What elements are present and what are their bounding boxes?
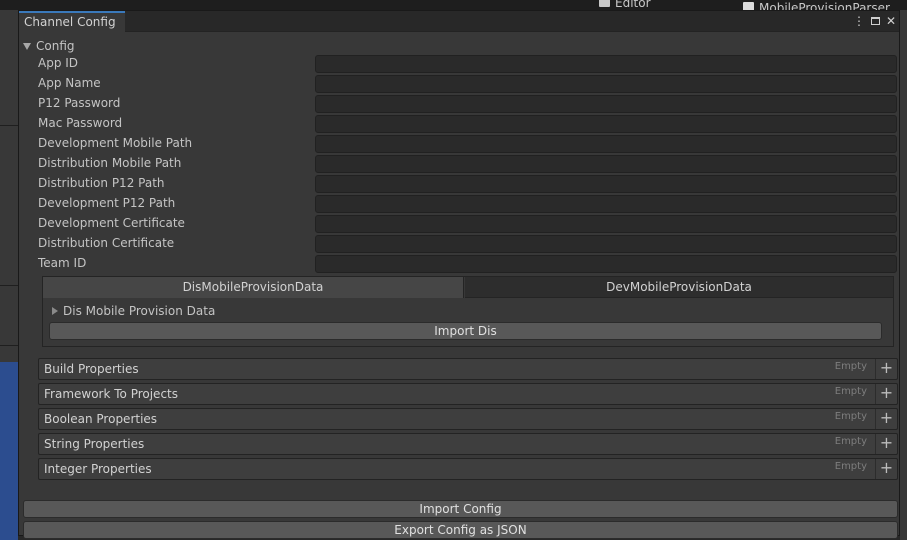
empty-badge: Empty <box>834 386 867 397</box>
tab-dis-mobile-provision[interactable]: DisMobileProvisionData <box>43 277 464 298</box>
boolean-properties-list[interactable]: Boolean Properties Empty + <box>38 408 898 430</box>
import-config-button[interactable]: Import Config <box>23 500 898 518</box>
tab-dev-mobile-provision[interactable]: DevMobileProvisionData <box>465 277 893 298</box>
app-name-field[interactable] <box>315 75 897 93</box>
app-id-field[interactable] <box>315 55 897 73</box>
mac-password-label: Mac Password <box>38 116 123 130</box>
framework-to-projects-label: Framework To Projects <box>44 387 178 401</box>
mac-password-field[interactable] <box>315 115 897 133</box>
app-name-row: App Name <box>38 74 898 94</box>
window-titlebar: Channel Config ⋮ ✕ <box>19 11 899 33</box>
app-name-label: App Name <box>38 76 101 90</box>
panel-divider <box>0 345 18 346</box>
p12-password-label: P12 Password <box>38 96 121 110</box>
app-id-label: App ID <box>38 56 79 70</box>
empty-badge: Empty <box>834 411 867 422</box>
integer-properties-list[interactable]: Integer Properties Empty + <box>38 458 898 480</box>
panel-divider <box>0 125 18 126</box>
distribution-p12-path-label: Distribution P12 Path <box>38 176 165 190</box>
add-framework-button[interactable]: + <box>875 384 897 404</box>
import-dis-button[interactable]: Import Dis <box>49 322 882 340</box>
empty-badge: Empty <box>834 361 867 372</box>
build-properties-label: Build Properties <box>44 362 139 376</box>
channel-config-window: Channel Config ⋮ ✕ Config App ID App Nam… <box>18 10 900 539</box>
boolean-properties-label: Boolean Properties <box>44 412 158 426</box>
distribution-mobile-path-field[interactable] <box>315 155 897 173</box>
mac-password-row: Mac Password <box>38 114 898 134</box>
development-certificate-label: Development Certificate <box>38 216 185 230</box>
distribution-mobile-path-label: Distribution Mobile Path <box>38 156 182 170</box>
distribution-mobile-path-row: Distribution Mobile Path <box>38 154 898 174</box>
add-boolean-property-button[interactable]: + <box>875 409 897 429</box>
build-properties-list[interactable]: Build Properties Empty + <box>38 358 898 380</box>
team-id-label: Team ID <box>38 256 87 270</box>
development-p12-path-field[interactable] <box>315 195 897 213</box>
config-foldout[interactable]: Config <box>23 38 75 54</box>
provision-tabs-header: DisMobileProvisionData DevMobileProvisio… <box>43 277 893 298</box>
window-tab[interactable]: Channel Config <box>19 11 125 33</box>
export-config-json-button[interactable]: Export Config as JSON <box>23 521 898 539</box>
close-icon[interactable]: ✕ <box>884 13 898 29</box>
development-certificate-field[interactable] <box>315 215 897 233</box>
dis-mobile-provision-foldout[interactable]: Dis Mobile Provision Data <box>52 303 215 319</box>
config-foldout-label: Config <box>36 39 75 53</box>
development-certificate-row: Development Certificate <box>38 214 898 234</box>
add-string-property-button[interactable]: + <box>875 434 897 454</box>
integer-properties-label: Integer Properties <box>44 462 152 476</box>
distribution-p12-path-row: Distribution P12 Path <box>38 174 898 194</box>
app-id-row: App ID <box>38 54 898 74</box>
folder-icon <box>599 0 610 7</box>
development-p12-path-label: Development P12 Path <box>38 196 176 210</box>
distribution-p12-path-field[interactable] <box>315 175 897 193</box>
p12-password-row: P12 Password <box>38 94 898 114</box>
scene-view-strip <box>0 362 18 540</box>
dis-mobile-provision-label: Dis Mobile Provision Data <box>63 304 216 318</box>
add-build-property-button[interactable]: + <box>875 359 897 379</box>
foldout-expanded-icon <box>23 42 31 50</box>
development-mobile-path-row: Development Mobile Path <box>38 134 898 154</box>
string-properties-label: String Properties <box>44 437 145 451</box>
distribution-certificate-label: Distribution Certificate <box>38 236 175 250</box>
string-properties-list[interactable]: String Properties Empty + <box>38 433 898 455</box>
distribution-certificate-field[interactable] <box>315 235 897 253</box>
empty-badge: Empty <box>834 436 867 447</box>
framework-to-projects-list[interactable]: Framework To Projects Empty + <box>38 383 898 405</box>
maximize-icon[interactable] <box>868 13 882 29</box>
provision-tabs-panel: DisMobileProvisionData DevMobileProvisio… <box>42 276 894 347</box>
team-id-field[interactable] <box>315 255 897 273</box>
empty-badge: Empty <box>834 461 867 472</box>
p12-password-field[interactable] <box>315 95 897 113</box>
kebab-menu-icon[interactable]: ⋮ <box>852 13 866 29</box>
development-p12-path-row: Development P12 Path <box>38 194 898 214</box>
editor-folder-label[interactable]: Editor <box>615 0 651 10</box>
editor-right-panel <box>900 10 907 540</box>
distribution-certificate-row: Distribution Certificate <box>38 234 898 254</box>
development-mobile-path-label: Development Mobile Path <box>38 136 193 150</box>
development-mobile-path-field[interactable] <box>315 135 897 153</box>
foldout-collapsed-icon <box>52 307 58 315</box>
team-id-row: Team ID <box>38 254 898 274</box>
add-integer-property-button[interactable]: + <box>875 459 897 479</box>
panel-divider <box>0 285 18 286</box>
